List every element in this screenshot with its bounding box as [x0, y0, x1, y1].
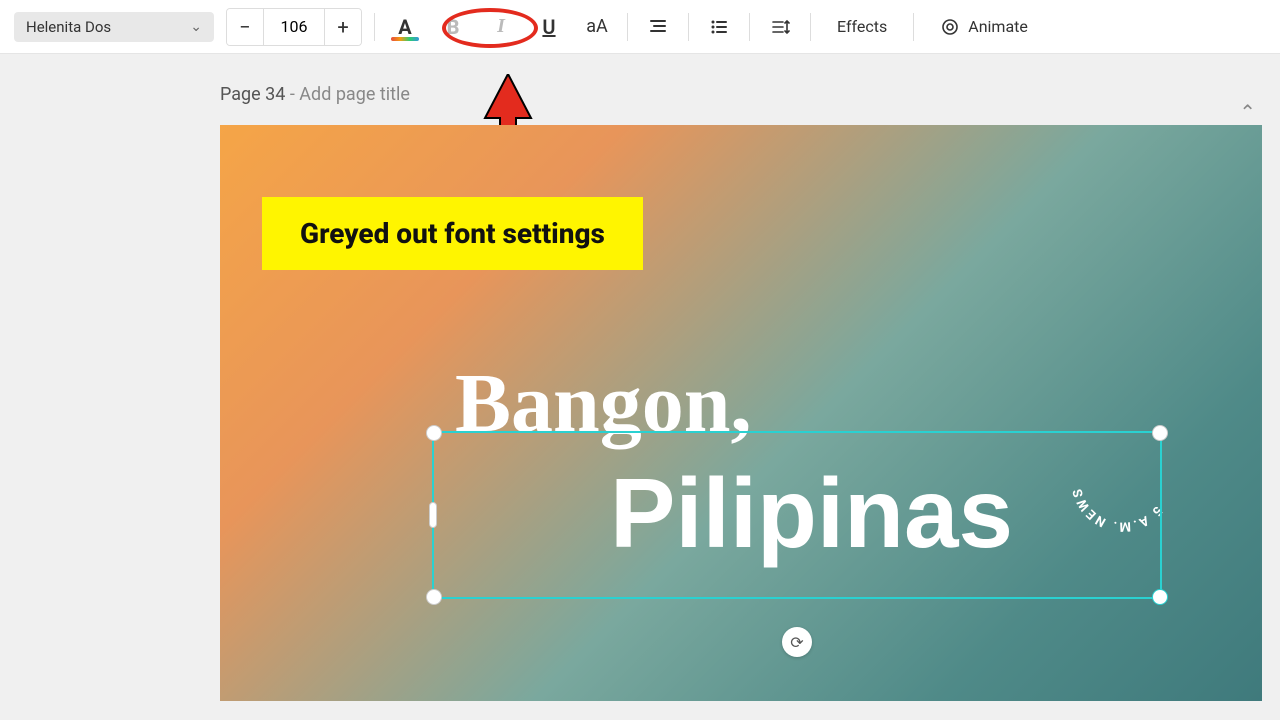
design-canvas[interactable]: Greyed out font settings Bangon, Pilipin…: [220, 125, 1262, 701]
annotation-callout: Greyed out font settings: [262, 197, 643, 270]
resize-handle-ml[interactable]: [429, 502, 437, 528]
divider: [749, 13, 750, 41]
resize-handle-br[interactable]: [1152, 589, 1168, 605]
animate-button[interactable]: Animate: [926, 11, 1042, 43]
font-size-group: − +: [226, 8, 362, 46]
resize-handle-tl[interactable]: [426, 425, 442, 441]
page-number: Page 34: [220, 84, 285, 105]
alignment-button[interactable]: [640, 9, 676, 45]
page-area: Page 34 - Add page title Greyed out font…: [0, 54, 1280, 701]
rotate-handle[interactable]: ⟳: [782, 627, 812, 657]
effects-button[interactable]: Effects: [823, 11, 901, 42]
decrease-size-button[interactable]: −: [227, 9, 263, 45]
italic-button: I: [483, 9, 519, 45]
resize-handle-tr[interactable]: [1152, 425, 1168, 441]
divider: [374, 13, 375, 41]
case-button[interactable]: aA: [579, 9, 615, 45]
increase-size-button[interactable]: +: [325, 9, 361, 45]
divider: [913, 13, 914, 41]
underline-button[interactable]: U: [531, 9, 567, 45]
page-title-label[interactable]: Page 34 - Add page title: [220, 84, 1280, 105]
divider: [627, 13, 628, 41]
text-color-button[interactable]: A: [387, 9, 423, 45]
text-toolbar: Helenita Dos ⌄ − + A B I U aA Effects An…: [0, 0, 1280, 54]
divider: [810, 13, 811, 41]
divider: [688, 13, 689, 41]
list-button[interactable]: [701, 9, 737, 45]
spacing-button[interactable]: [762, 9, 798, 45]
font-size-input[interactable]: [263, 9, 325, 45]
resize-handle-bl[interactable]: [426, 589, 442, 605]
font-dropdown[interactable]: Helenita Dos ⌄: [14, 12, 214, 42]
chevron-down-icon: ⌄: [190, 19, 202, 35]
font-name: Helenita Dos: [26, 18, 111, 36]
selection-box[interactable]: ⟳: [432, 431, 1162, 599]
collapse-page-button[interactable]: ⌃: [1239, 100, 1256, 124]
page-title-prompt: - Add page title: [285, 84, 410, 105]
bold-button: B: [435, 9, 471, 45]
animate-icon: [940, 17, 960, 37]
